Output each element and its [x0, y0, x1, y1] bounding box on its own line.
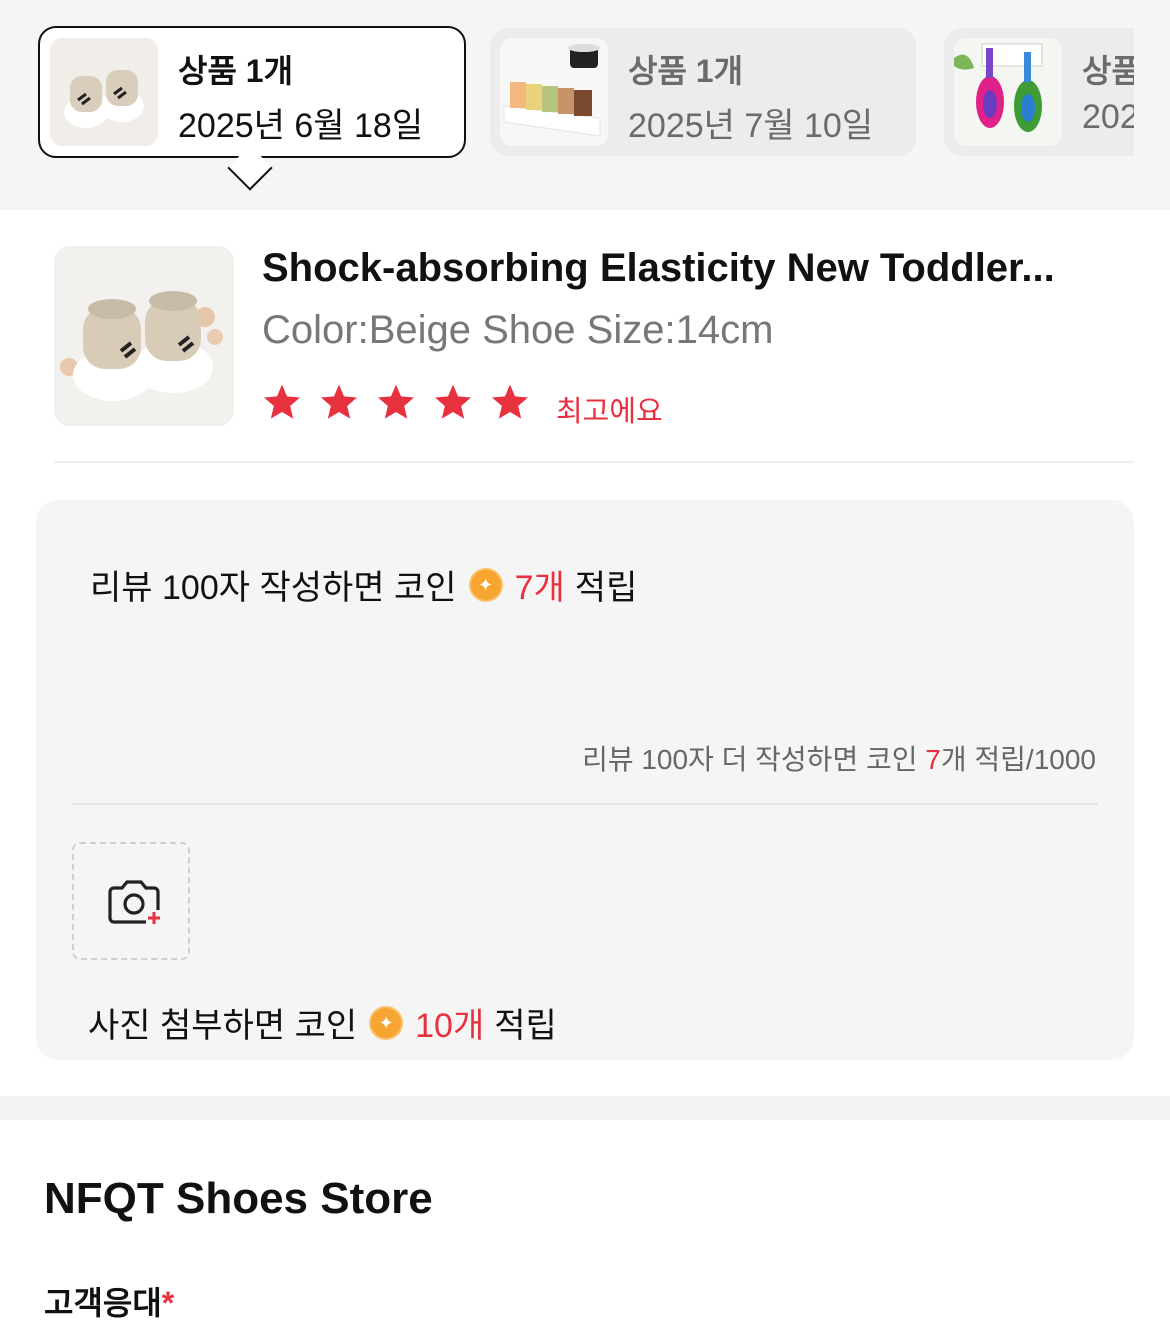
- divider: [54, 461, 1134, 463]
- photo-hint-suffix: 적립: [494, 1007, 557, 1045]
- divider: [72, 803, 1098, 805]
- strip-edge: [1134, 0, 1170, 210]
- toothbrush-thumbnail: [954, 38, 1062, 146]
- order-date: 2025년 6월 18일: [178, 107, 424, 145]
- star-icon[interactable]: [490, 382, 530, 422]
- order-item-count: 상품 1개: [178, 53, 294, 89]
- store-name: NFQT Shoes Store: [44, 1174, 433, 1223]
- order-card-selected[interactable]: 상품 1개 2025년 6월 18일: [38, 26, 466, 158]
- order-item-count: 상품 1개: [628, 53, 744, 89]
- counter-suffix: 개 적립/1000: [940, 744, 1096, 775]
- rating-label: 최고에요: [556, 396, 663, 428]
- review-hint-amount: 7개: [514, 569, 565, 607]
- required-mark: *: [161, 1285, 175, 1321]
- star-icon[interactable]: [319, 382, 359, 422]
- order-item-count: 상품: [1082, 53, 1141, 89]
- order-card[interactable]: 상품 1개 2025년 7월 10일: [490, 28, 916, 156]
- section-gap: [0, 1096, 1170, 1120]
- order-selector-strip: 상품 1개 2025년 6월 18일 상품 1개 2025년 7월 10일 상품…: [0, 0, 1170, 210]
- review-placeholder-hint: 리뷰 100자 작성하면 코인 7개 적립: [90, 560, 637, 609]
- star-icon[interactable]: [376, 382, 416, 422]
- counter-amount: 7: [925, 744, 941, 775]
- character-counter: 리뷰 100자 더 작성하면 코인 7개 적립/1000: [582, 738, 1096, 778]
- order-date: 202: [1082, 98, 1139, 136]
- photo-hint-amount: 10개: [415, 1007, 485, 1045]
- star-icon[interactable]: [433, 382, 473, 422]
- coin-icon: [369, 1005, 404, 1040]
- photo-hint-text: 사진 첨부하면 코인: [88, 1007, 358, 1045]
- star-icon[interactable]: [262, 382, 302, 422]
- add-photo-button[interactable]: [72, 842, 190, 960]
- order-date: 2025년 7월 10일: [628, 107, 874, 145]
- star-rating[interactable]: [262, 382, 530, 422]
- cake-slices-thumbnail: [500, 38, 608, 146]
- review-hint-suffix: 적립: [574, 569, 638, 607]
- customer-service-label: 고객응대*: [44, 1278, 174, 1324]
- coin-icon: [468, 567, 503, 602]
- product-image: [54, 246, 234, 426]
- camera-add-icon: [108, 880, 162, 926]
- review-hint-text: 리뷰 100자 작성하면 코인: [90, 569, 457, 607]
- photo-coin-hint: 사진 첨부하면 코인 10개 적립: [88, 998, 557, 1047]
- cs-label-text: 고객응대: [44, 1285, 162, 1321]
- counter-prefix: 리뷰 100자 더 작성하면 코인: [582, 744, 926, 775]
- product-title: Shock-absorbing Elasticity New Toddler..…: [262, 246, 1055, 290]
- product-variant: Color:Beige Shoe Size:14cm: [262, 308, 774, 352]
- baby-shoes-thumbnail: [50, 38, 158, 146]
